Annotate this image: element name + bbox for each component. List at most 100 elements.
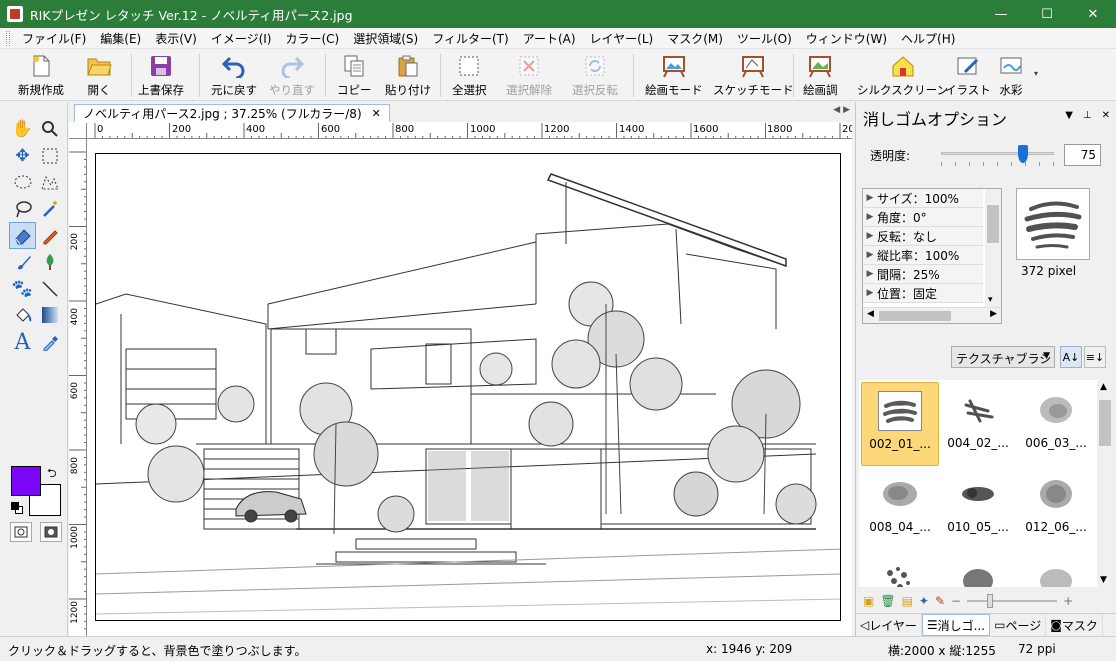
menu-tools[interactable]: ツール(O) [730, 30, 799, 47]
properties-hscrollbar[interactable]: ◀ ▶ [863, 307, 1001, 323]
menu-filter[interactable]: フィルター(T) [425, 30, 515, 47]
text-tool-icon[interactable]: A [9, 329, 36, 356]
brush-item[interactable]: 012_06_... [1017, 466, 1095, 550]
opacity-slider-thumb[interactable] [1018, 145, 1028, 163]
default-colors-icon[interactable] [11, 502, 23, 514]
property-row[interactable]: ▶ 角度：0° [863, 208, 983, 227]
document-tab[interactable]: ノベルティ用パース2.jpg ; 37.25% (フルカラー/8) ✕ [74, 104, 390, 122]
brush-item[interactable] [1017, 550, 1095, 587]
opacity-slider[interactable] [941, 145, 1054, 163]
eyedropper-tool-icon[interactable] [36, 329, 63, 356]
swap-colors-icon[interactable]: ⮌ [47, 464, 57, 485]
rect-select-tool-icon[interactable] [36, 143, 63, 170]
brush-item[interactable]: 010_05_... [939, 466, 1017, 550]
gradient-tool-icon[interactable] [36, 302, 63, 329]
tab-scroll-arrows-icon[interactable]: ◀ ▶ [833, 105, 850, 115]
brush-item[interactable]: 008_04_... [861, 466, 939, 550]
panel-menu-icon[interactable]: ▼ [1065, 110, 1073, 121]
menu-selection[interactable]: 選択領域(S) [346, 30, 425, 47]
line-tool-icon[interactable] [36, 276, 63, 303]
lasso-tool-icon[interactable] [9, 196, 36, 223]
brush-folder-icon[interactable]: ▤ [902, 594, 913, 608]
deselect-button[interactable]: 選択解除 [506, 51, 552, 99]
toolbar-overflow-icon[interactable]: ▾ [1034, 69, 1038, 78]
menu-color[interactable]: カラー(C) [278, 30, 346, 47]
tree-stamp-tool-icon[interactable] [36, 249, 63, 276]
painting-style-button[interactable]: 絵画調 [803, 51, 838, 99]
minimize-button[interactable]: — [978, 0, 1024, 28]
new-button[interactable]: 新規作成 [18, 51, 64, 99]
properties-vscrollbar[interactable]: ▾ [985, 189, 1001, 307]
brush-tool-icon[interactable] [9, 249, 36, 276]
brush-item[interactable]: 004_02_... [939, 382, 1017, 466]
tab-layer[interactable]: ◁ レイヤー [856, 614, 922, 636]
sketch-mode-button[interactable]: スケッチモード [713, 51, 794, 99]
paste-button[interactable]: 貼り付け [385, 51, 431, 99]
select-all-button[interactable]: 全選択 [452, 51, 487, 99]
property-row[interactable]: ▶ 反転：なし [863, 227, 983, 246]
foreground-color-swatch[interactable] [11, 466, 41, 496]
save-button[interactable]: 上書保存 [138, 51, 184, 99]
menu-window[interactable]: ウィンドウ(W) [799, 30, 894, 47]
sort-list-icon[interactable]: ≡↓ [1084, 346, 1106, 368]
zoom-tool-icon[interactable] [36, 116, 63, 143]
property-row[interactable]: ▶ 位置：固定 [863, 284, 983, 303]
tab-page[interactable]: ▭ ページ [990, 614, 1047, 636]
clone-stamp-tool-icon[interactable]: 🐾 [9, 276, 36, 303]
redo-button[interactable]: やり直す [269, 51, 315, 99]
move-tool-icon[interactable]: ✥ [9, 143, 36, 170]
menu-file[interactable]: ファイル(F) [15, 30, 93, 47]
menu-art[interactable]: アート(A) [516, 30, 583, 47]
open-button[interactable]: 開く [86, 51, 112, 99]
property-row[interactable]: ▶ 縦比率：100% [863, 246, 983, 265]
brush-item[interactable] [939, 550, 1017, 587]
thumbnail-size-slider[interactable] [967, 594, 1058, 608]
opacity-value-field[interactable]: 75 [1064, 144, 1101, 166]
close-document-icon[interactable]: ✕ [372, 107, 381, 120]
brush-grid-scrollbar[interactable]: ▲ ▼ [1097, 380, 1113, 587]
magic-wand-tool-icon[interactable] [36, 196, 63, 223]
close-button[interactable]: ✕ [1070, 0, 1116, 28]
ellipse-select-tool-icon[interactable] [9, 169, 36, 196]
property-row[interactable]: ▶ サイズ：100% [863, 189, 983, 208]
tab-mask[interactable]: ◙ マスク [1046, 614, 1103, 636]
panel-pin-icon[interactable]: ⊥ [1083, 110, 1092, 121]
menu-view[interactable]: 表示(V) [148, 30, 204, 47]
menu-edit[interactable]: 編集(E) [93, 30, 148, 47]
brush-settings-icon[interactable]: ✦ [919, 594, 929, 608]
standard-mode-icon[interactable] [10, 522, 32, 542]
illustration-button[interactable]: イラスト [945, 51, 991, 99]
sketch-image[interactable] [95, 153, 841, 621]
hand-tool-icon[interactable]: ✋ [9, 116, 36, 143]
brush-item[interactable] [861, 550, 939, 587]
copy-button[interactable]: コピー [337, 51, 372, 99]
zoom-out-icon[interactable]: − [951, 594, 961, 608]
quick-mask-icon[interactable] [40, 522, 62, 542]
property-row[interactable]: ▶ 間隔：25% [863, 265, 983, 284]
watercolor-button[interactable]: 水彩 [998, 51, 1024, 99]
tab-eraser[interactable]: ☰ 消しゴ... [921, 614, 991, 636]
pencil-tool-icon[interactable] [36, 222, 63, 249]
maximize-button[interactable]: ☐ [1024, 0, 1070, 28]
menu-image[interactable]: イメージ(I) [204, 30, 279, 47]
opacity-slider-ticks [941, 162, 1054, 166]
brush-item[interactable]: 006_03_... [1017, 382, 1095, 466]
fill-tool-icon[interactable] [9, 302, 36, 329]
brush-edit-icon[interactable]: ✎ [935, 594, 945, 608]
painting-mode-button[interactable]: 絵画モード [645, 51, 703, 99]
menu-layer[interactable]: レイヤー(L) [583, 30, 661, 47]
menu-help[interactable]: ヘルプ(H) [894, 30, 962, 47]
silkscreen-button[interactable]: シルクスクリーン [857, 51, 948, 99]
sort-ascending-icon[interactable]: A↓ [1060, 346, 1082, 368]
polygon-select-tool-icon[interactable] [36, 169, 63, 196]
eraser-tool-icon[interactable] [9, 222, 36, 249]
invert-selection-button[interactable]: 選択反転 [572, 51, 618, 99]
brush-item[interactable]: 002_01_... [861, 382, 939, 466]
zoom-in-icon[interactable]: + [1063, 594, 1073, 608]
delete-brush-icon[interactable]: 🗑 [880, 594, 895, 608]
undo-button[interactable]: 元に戻す [211, 51, 257, 99]
menu-mask[interactable]: マスク(M) [660, 30, 730, 47]
panel-close-icon[interactable]: ✕ [1102, 110, 1110, 121]
brush-type-dropdown[interactable]: テクスチャブラシ ▼ [951, 346, 1055, 368]
new-brush-icon[interactable]: ▣ [863, 594, 874, 608]
